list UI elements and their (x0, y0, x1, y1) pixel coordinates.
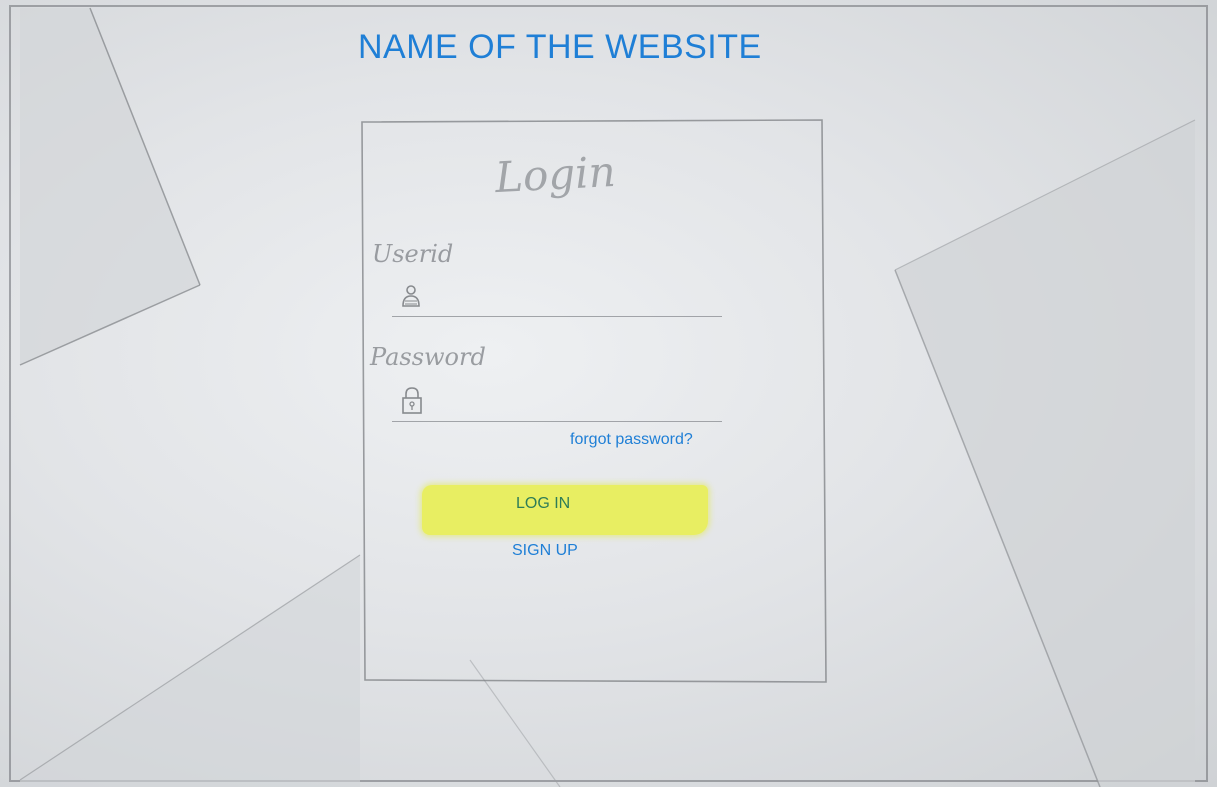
userid-label: Userid (372, 240, 454, 268)
userid-underline (392, 316, 722, 317)
password-input[interactable] (432, 390, 721, 420)
password-label: Password (370, 343, 486, 371)
login-heading: Login (493, 146, 617, 203)
forgot-password-link[interactable]: forgot password? (570, 431, 693, 449)
password-underline (392, 421, 722, 422)
login-button-label: LOG IN (516, 495, 571, 512)
login-button[interactable]: LOG IN (422, 485, 708, 535)
user-icon (400, 282, 422, 313)
lock-icon (400, 386, 424, 421)
site-title: NAME OF THE WEBSITE (358, 28, 762, 66)
signup-link[interactable]: SIGN UP (512, 542, 578, 560)
userid-input[interactable] (432, 286, 721, 316)
